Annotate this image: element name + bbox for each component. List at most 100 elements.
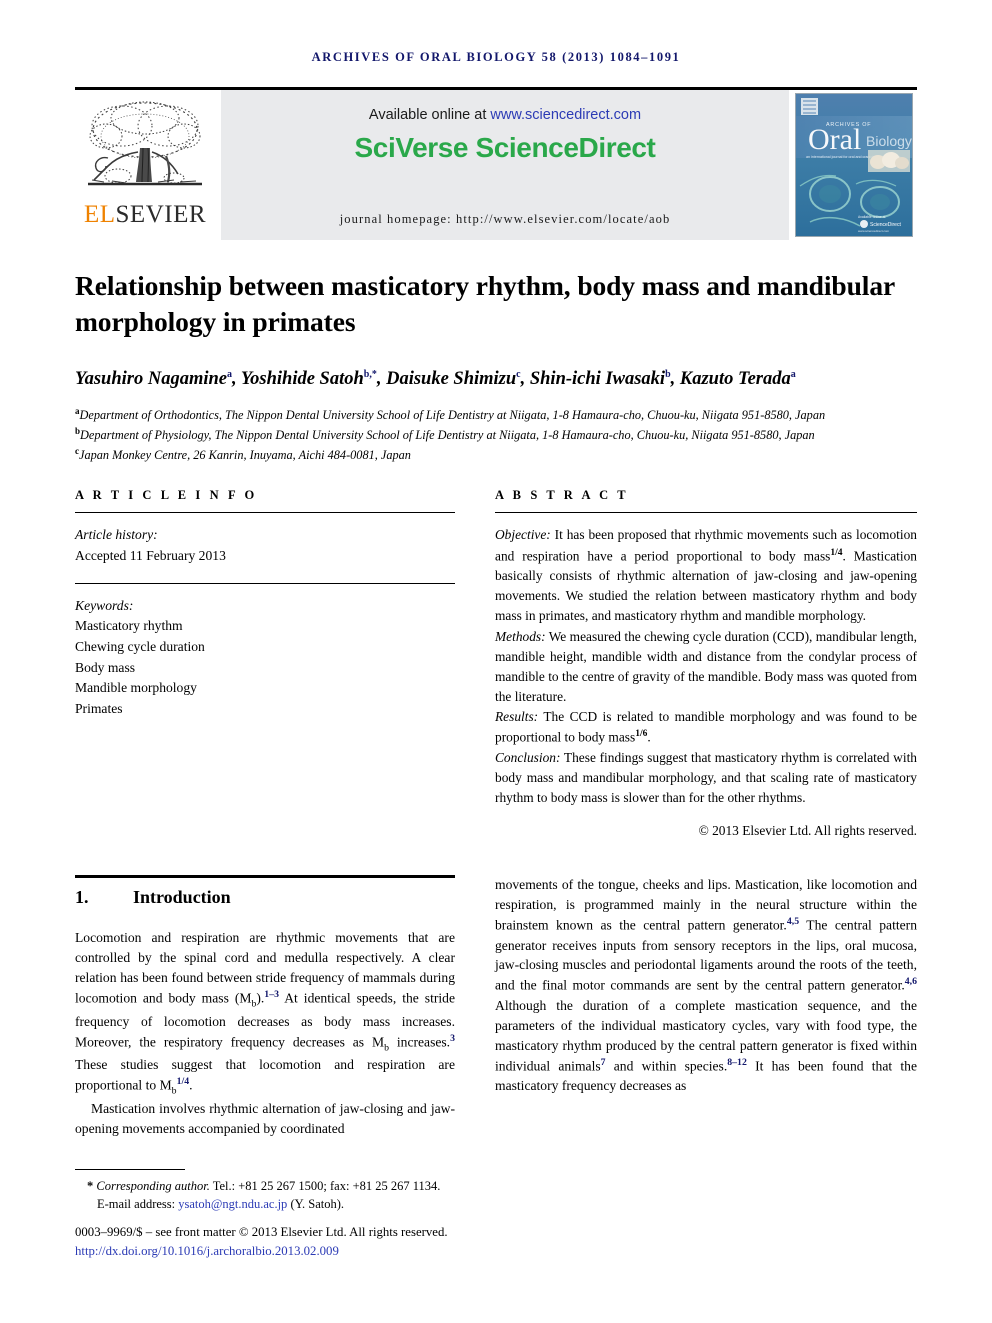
elsevier-tree-icon xyxy=(88,101,202,186)
citation-ref[interactable]: 8–12 xyxy=(727,1057,747,1068)
affiliation-item: cJapan Monkey Centre, 26 Kanrin, Inuyama… xyxy=(75,445,917,465)
email-label: E-mail address: xyxy=(97,1197,179,1212)
author-name: Shin-ichi Iwasaki xyxy=(529,368,666,389)
sciencedirect-banner: Available online at www.sciencedirect.co… xyxy=(221,90,789,240)
column-gap xyxy=(455,488,495,841)
author-item: Yoshihide Satohb,*, xyxy=(240,368,387,389)
paper-page: ARCHIVES OF ORAL BIOLOGY 58 (2013) 1084–… xyxy=(0,0,992,1323)
author-name: Daisuke Shimizu xyxy=(386,368,517,389)
author-item: Shin-ichi Iwasakib, xyxy=(529,368,680,389)
keyword-item: Body mass xyxy=(75,659,136,675)
author-name: Yoshihide Satoh xyxy=(240,368,364,389)
article-info-heading: A R T I C L E I N F O xyxy=(75,488,258,503)
elsevier-el: EL xyxy=(83,201,116,228)
p1-exponent: 1/4 xyxy=(176,1076,190,1088)
paragraph: Locomotion and respiration are rhythmic … xyxy=(75,928,455,1099)
elsevier-wordmark: ELSEVIER xyxy=(84,202,206,227)
results-label: Results: xyxy=(495,708,539,724)
journal-cover-thumbnail: ARCHIVES OF Oral Biology an internationa… xyxy=(795,93,913,237)
citation-ref[interactable]: 1–3 xyxy=(264,989,279,1000)
sciencedirect-url-link[interactable]: www.sciencedirect.com xyxy=(490,107,641,123)
elsevier-logo: ELSEVIER xyxy=(75,90,215,240)
author-name: Kazuto Terada xyxy=(679,368,791,389)
journal-masthead: ELSEVIER Available online at www.science… xyxy=(75,87,917,240)
intro-text-left: Locomotion and respiration are rhythmic … xyxy=(75,928,455,1139)
author-list: Yasuhiro Nagaminea, Yoshihide Satohb,*, … xyxy=(75,366,917,392)
svg-text:ScienceDirect: ScienceDirect xyxy=(870,222,901,228)
citation-ref[interactable]: 4,6 xyxy=(905,976,917,987)
results-exponent: 1/6 xyxy=(635,729,648,740)
footnote-rule xyxy=(75,1168,185,1170)
author-name: Yasuhiro Nagamine xyxy=(75,368,227,389)
available-online-label: Available online at xyxy=(368,107,491,123)
results-text-2: . xyxy=(647,729,651,745)
abstract-objective: Objective: It has been proposed that rhy… xyxy=(495,525,917,626)
info-abstract-area: A R T I C L E I N F O Article history: A… xyxy=(75,488,917,841)
svg-text:www.sciencedirect.com: www.sciencedirect.com xyxy=(858,229,890,233)
svg-text:Oral: Oral xyxy=(808,123,861,156)
p1-part-d: increases. xyxy=(388,1034,451,1050)
author-affil-mark: b,* xyxy=(363,368,377,380)
body-column-right: movements of the tongue, cheeks and lips… xyxy=(495,875,917,1139)
keyword-item: Chewing cycle duration xyxy=(75,639,205,655)
svg-text:Available online at: Available online at xyxy=(858,215,886,219)
section-number: 1. xyxy=(75,887,89,908)
author-sep: , xyxy=(376,368,387,389)
affiliation-text: Japan Monkey Centre, 26 Kanrin, Inuyama,… xyxy=(79,447,411,462)
sciverse-sciencedirect-logo: SciVerse ScienceDirect xyxy=(354,132,656,163)
author-sep: , xyxy=(231,368,241,389)
section-rule xyxy=(75,875,455,879)
email-link[interactable]: ysatoh@ngt.ndu.ac.jp xyxy=(178,1197,287,1211)
abstract-conclusion: Conclusion: These findings suggest that … xyxy=(495,748,917,808)
results-text-1: The CCD is related to mandible morpholog… xyxy=(495,708,917,745)
keyword-item: Mandible morphology xyxy=(75,680,197,696)
elsevier-sevier: SEVIER xyxy=(115,201,207,228)
corresponding-author-note: * Corresponding author. Tel.: +81 25 267… xyxy=(75,1177,455,1196)
available-online-line: Available online at www.sciencedirect.co… xyxy=(369,107,641,123)
affiliation-item: bDepartment of Physiology, The Nippon De… xyxy=(75,425,917,445)
conclusion-label: Conclusion: xyxy=(495,749,561,765)
svg-text:Biology: Biology xyxy=(866,133,912,149)
abstract-heading: A B S T R A C T xyxy=(495,488,629,503)
abstract-results: Results: The CCD is related to mandible … xyxy=(495,707,917,748)
doi-line: http://dx.doi.org/10.1016/j.archoralbio.… xyxy=(75,1242,455,1261)
body-column-left: 1. Introduction Locomotion and respirati… xyxy=(75,875,455,1139)
email-note: E-mail address: ysatoh@ngt.ndu.ac.jp (Y.… xyxy=(75,1195,455,1214)
abstract-copyright: © 2013 Elsevier Ltd. All rights reserved… xyxy=(698,822,917,838)
article-history-block: Article history: Accepted 11 February 20… xyxy=(75,513,455,566)
objective-exponent: 1/4 xyxy=(830,547,843,558)
section-heading-introduction: 1. Introduction xyxy=(75,887,455,908)
p1-part-e: These studies suggest that locomotion an… xyxy=(75,1057,455,1093)
abstract-body: Objective: It has been proposed that rhy… xyxy=(495,513,917,841)
affiliation-list: aDepartment of Orthodontics, The Nippon … xyxy=(75,405,917,465)
page-title: Relationship between masticatory rhythm,… xyxy=(75,270,895,337)
affiliation-item: aDepartment of Orthodontics, The Nippon … xyxy=(75,405,917,425)
body-column-gap xyxy=(455,875,495,1139)
running-head: ARCHIVES OF ORAL BIOLOGY 58 (2013) 1084–… xyxy=(311,50,681,64)
page-footer: * Corresponding author. Tel.: +81 25 267… xyxy=(75,1168,455,1261)
author-affil-mark: a xyxy=(790,368,796,380)
article-history-label: Article history: xyxy=(75,527,158,543)
article-body: 1. Introduction Locomotion and respirati… xyxy=(75,875,917,1139)
author-item: Yasuhiro Nagaminea, xyxy=(75,368,241,389)
author-sep: , xyxy=(670,368,680,389)
r1-part-d: and within species. xyxy=(605,1058,728,1074)
keywords-block: Keywords: Masticatory rhythm Chewing cyc… xyxy=(75,584,455,720)
objective-label: Objective: xyxy=(495,527,551,543)
intro-text-right: movements of the tongue, cheeks and lips… xyxy=(495,875,917,1096)
paragraph: Mastication involves rhythmic alternatio… xyxy=(75,1099,455,1139)
p1-part-f: . xyxy=(189,1077,193,1093)
corresponding-author-contact: Tel.: +81 25 267 1500; fax: +81 25 267 1… xyxy=(209,1178,441,1193)
doi-link[interactable]: http://dx.doi.org/10.1016/j.archoralbio.… xyxy=(75,1244,339,1258)
keyword-item: Primates xyxy=(75,701,123,717)
affiliation-text: Department of Physiology, The Nippon Den… xyxy=(80,427,815,442)
article-history-value: Accepted 11 February 2013 xyxy=(75,548,226,564)
author-sep: , xyxy=(520,368,530,389)
citation-ref[interactable]: 4,5 xyxy=(787,916,799,927)
journal-homepage-line: journal homepage: http://www.elsevier.co… xyxy=(339,212,671,226)
methods-label: Methods: xyxy=(495,628,546,644)
journal-cover-block: ARCHIVES OF Oral Biology an internationa… xyxy=(795,90,917,240)
article-info-column: A R T I C L E I N F O Article history: A… xyxy=(75,488,455,841)
issn-line: 0003–9969/$ – see front matter © 2013 El… xyxy=(75,1224,448,1239)
section-title-text: Introduction xyxy=(133,887,231,908)
